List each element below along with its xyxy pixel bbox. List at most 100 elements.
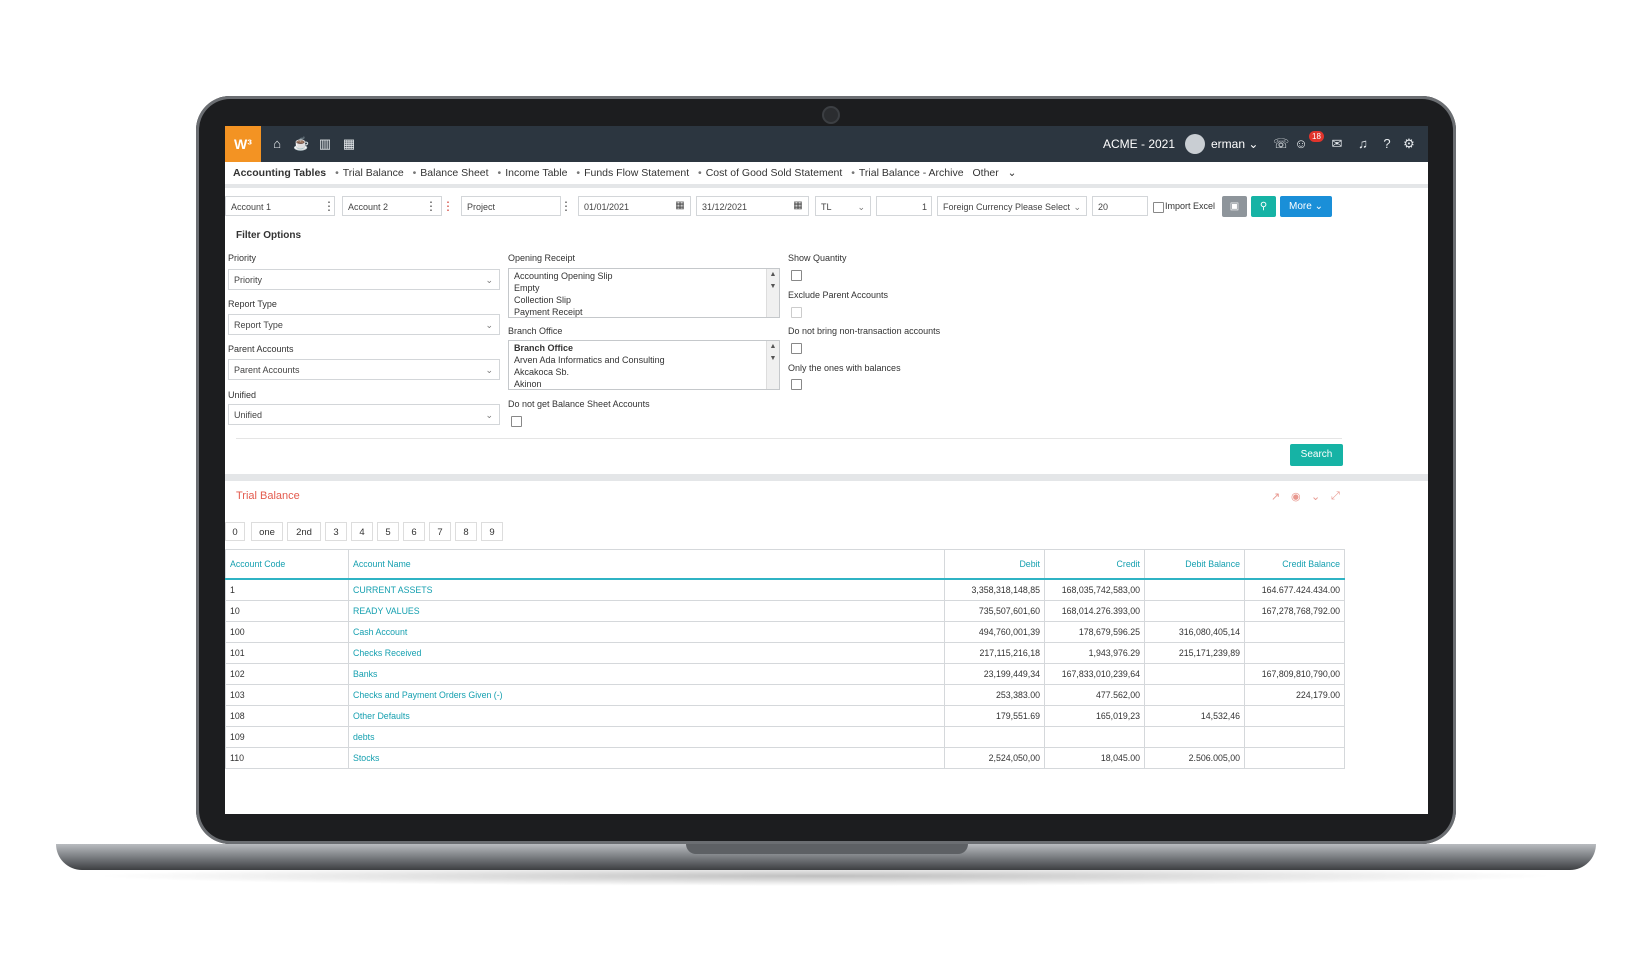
table-row[interactable]: 108 Other Defaults 179,551.69 165,019,23 14,… — [225, 705, 1345, 727]
list-item[interactable]: Collection Slip — [514, 294, 774, 306]
home-icon[interactable]: ⌂ — [269, 136, 285, 152]
more-button[interactable]: More ⌄ — [1280, 196, 1332, 217]
table-row[interactable]: 1 CURRENT ASSETS 3,358,318,148,85 168,035,7… — [225, 578, 1345, 601]
user-menu[interactable]: erman ⌄ — [1211, 137, 1258, 151]
divider — [225, 184, 1428, 188]
import-excel-checkbox[interactable] — [1153, 202, 1164, 213]
show-quantity-checkbox[interactable] — [791, 270, 802, 281]
currency-select[interactable]: TL ⌄ — [815, 196, 871, 216]
help-icon[interactable]: ? — [1379, 136, 1395, 152]
account-link[interactable]: Stocks — [348, 747, 945, 769]
save-button[interactable]: ▣ — [1222, 196, 1247, 217]
level-tab[interactable]: 7 — [429, 522, 451, 541]
list-item[interactable]: Empty — [514, 282, 774, 294]
expand-icon[interactable]: ⤢ — [1331, 490, 1340, 503]
chat-icon[interactable]: ✉ — [1329, 136, 1345, 152]
tab-trial-balance[interactable]: Trial Balance — [343, 167, 404, 179]
col-credit-balance[interactable]: Credit Balance — [1244, 549, 1345, 580]
bar-chart-icon[interactable]: ▥ — [317, 136, 333, 152]
account1-menu-icon[interactable]: ⋮ — [323, 196, 335, 216]
company-selector[interactable]: ACME - 2021 — [1103, 137, 1175, 151]
foreign-currency-select[interactable]: Foreign Currency Please Select ⌄ — [937, 196, 1087, 216]
project-input[interactable]: Project — [461, 196, 561, 216]
level-tab[interactable]: one — [251, 522, 283, 541]
level-tab[interactable]: 6 — [403, 522, 425, 541]
level-tab[interactable]: 3 — [325, 522, 347, 541]
eye-icon[interactable]: ◉ — [1291, 490, 1301, 503]
level-tab[interactable]: 5 — [377, 522, 399, 541]
level-tab[interactable]: 2nd — [287, 522, 321, 541]
table-row[interactable]: 100 Cash Account 494,760,001,39 178,679,596… — [225, 621, 1345, 643]
account2-clear-icon[interactable]: ⋮ — [442, 196, 454, 216]
tab-balance-sheet[interactable]: Balance Sheet — [420, 167, 488, 179]
bell-icon[interactable]: ♫ — [1355, 136, 1371, 152]
calendar-from-icon[interactable]: ▦ — [674, 196, 686, 216]
account-link[interactable]: Checks Received — [348, 642, 945, 664]
list-item[interactable]: Accounting Opening Slip — [514, 270, 774, 282]
list-item[interactable]: Branch Office — [514, 342, 774, 354]
col-debit[interactable]: Debit — [944, 549, 1045, 580]
calendar-icon[interactable]: ▦ — [341, 136, 357, 152]
breadcrumb-title[interactable]: Accounting Tables — [233, 167, 326, 179]
no-nontransaction-checkbox[interactable] — [791, 343, 802, 354]
account-link[interactable]: Cash Account — [348, 621, 945, 643]
export-icon[interactable]: ↗ — [1271, 490, 1280, 503]
table-row[interactable]: 10 READY VALUES 735,507,601,60 168,014.276.… — [225, 600, 1345, 622]
col-debit-balance[interactable]: Debit Balance — [1144, 549, 1245, 580]
cup-icon[interactable]: ☕ — [293, 136, 309, 152]
rate-input[interactable]: 1 — [876, 196, 932, 216]
calendar-to-icon[interactable]: ▦ — [792, 196, 804, 216]
col-account-name[interactable]: Account Name — [348, 549, 945, 580]
account1-input[interactable]: Account 1 — [225, 196, 335, 216]
account-link[interactable]: Other Defaults — [348, 705, 945, 727]
project-menu-icon[interactable]: ⋮ — [560, 196, 572, 216]
priority-select[interactable]: Priority ⌄ — [228, 269, 500, 290]
level-tab[interactable]: 0 — [225, 522, 245, 541]
account-link[interactable]: debts — [348, 726, 945, 748]
gear-icon[interactable]: ⚙ — [1401, 136, 1417, 152]
exclude-parent-checkbox[interactable] — [791, 307, 802, 318]
level-tab[interactable]: 8 — [455, 522, 477, 541]
col-credit[interactable]: Credit — [1044, 549, 1145, 580]
report-type-select[interactable]: Report Type ⌄ — [228, 314, 500, 335]
list-item[interactable]: Arven Ada Informatics and Consulting — [514, 354, 774, 366]
tab-other[interactable]: Other ⌄ — [972, 167, 1016, 179]
account-link[interactable]: CURRENT ASSETS — [348, 578, 945, 601]
limit-input[interactable]: 20 — [1092, 196, 1148, 216]
smiley-icon[interactable]: ☺ — [1293, 136, 1309, 152]
level-tab[interactable]: 9 — [481, 522, 503, 541]
account-link[interactable]: Checks and Payment Orders Given (-) — [348, 684, 945, 706]
level-tab[interactable]: 4 — [351, 522, 373, 541]
list-item[interactable]: Akcakoca Sb. — [514, 366, 774, 378]
tab-cost-of-goods[interactable]: Cost of Good Sold Statement — [706, 167, 843, 179]
only-balances-checkbox[interactable] — [791, 379, 802, 390]
unified-select[interactable]: Unified ⌄ — [228, 404, 500, 425]
account-link[interactable]: Banks — [348, 663, 945, 685]
list-item[interactable]: Akinon — [514, 378, 774, 390]
table-row[interactable]: 109 debts — [225, 726, 1345, 748]
branch-office-listbox[interactable]: Branch Office Arven Ada Informatics and … — [508, 340, 780, 390]
scrollbar[interactable]: ▲ ▼ — [766, 341, 779, 389]
table-row[interactable]: 103 Checks and Payment Orders Given (-) 25… — [225, 684, 1345, 706]
chevron-down-icon[interactable]: ⌄ — [1311, 490, 1320, 503]
search-button[interactable]: Search — [1290, 444, 1343, 466]
tab-trial-balance-archive[interactable]: Trial Balance - Archive — [859, 167, 964, 179]
list-item[interactable]: Payment Receipt — [514, 306, 774, 318]
opening-receipt-listbox[interactable]: Accounting Opening Slip Empty Collection… — [508, 268, 780, 318]
scrollbar[interactable]: ▲ ▼ — [766, 269, 779, 317]
headset-icon[interactable]: ☏ — [1273, 136, 1289, 152]
avatar[interactable] — [1185, 134, 1205, 154]
parent-accounts-select[interactable]: Parent Accounts ⌄ — [228, 359, 500, 380]
tab-funds-flow[interactable]: Funds Flow Statement — [584, 167, 689, 179]
account2-menu-icon[interactable]: ⋮ — [425, 196, 437, 216]
account-link[interactable]: READY VALUES — [348, 600, 945, 622]
search-icon-button[interactable]: ⚲ — [1251, 196, 1276, 217]
table-row[interactable]: 102 Banks 23,199,449,34 167,833,010,239,64 1… — [225, 663, 1345, 685]
show-quantity-label: Show Quantity — [788, 253, 847, 263]
table-row[interactable]: 101 Checks Received 217,115,216,18 1,943,97… — [225, 642, 1345, 664]
table-row[interactable]: 110 Stocks 2,524,050,00 18,045.00 2.506.005,… — [225, 747, 1345, 769]
col-account-code[interactable]: Account Code — [225, 549, 349, 580]
tab-income-table[interactable]: Income Table — [505, 167, 567, 179]
app-logo[interactable]: W³ — [225, 126, 261, 162]
no-balance-sheet-checkbox[interactable] — [511, 416, 522, 427]
